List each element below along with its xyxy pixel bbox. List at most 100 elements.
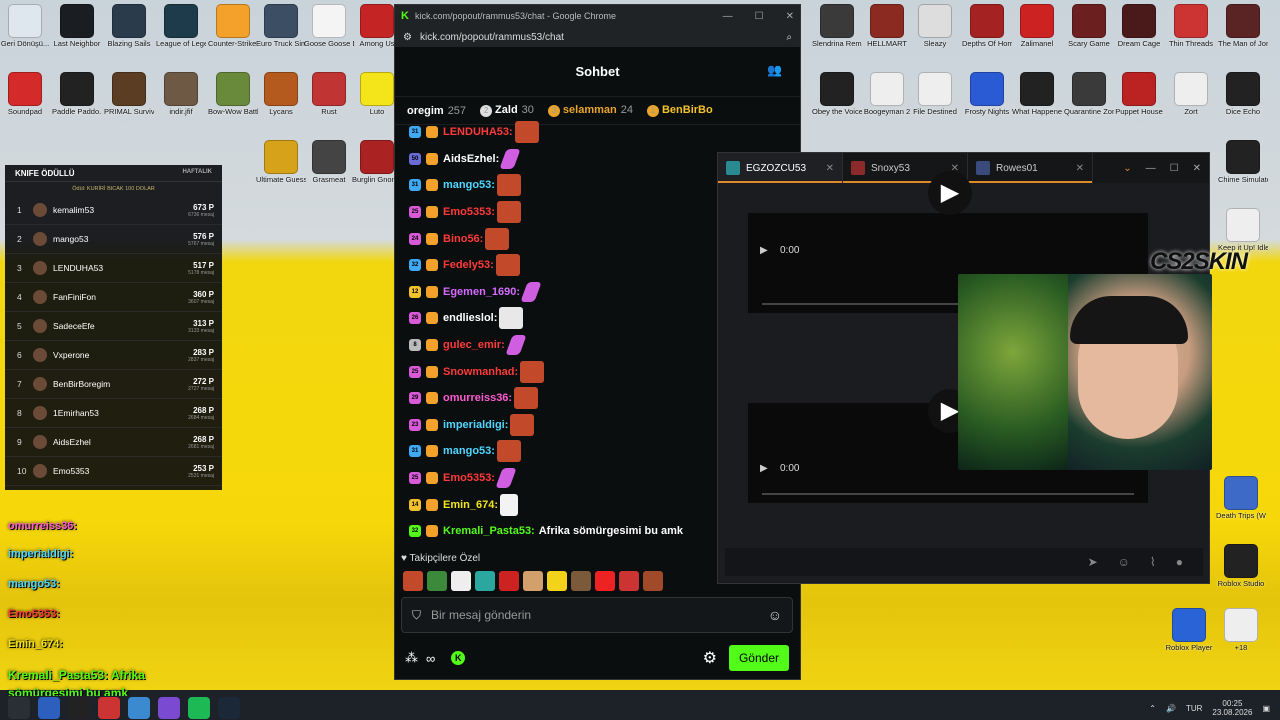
play-button[interactable]: ▶: [928, 171, 972, 215]
spotify-icon[interactable]: [188, 697, 210, 719]
app-icon[interactable]: [158, 697, 180, 719]
desktop-icon[interactable]: Zalimanel: [1012, 4, 1062, 62]
chat-username[interactable]: omurreiss36:: [443, 392, 512, 404]
emote-icon[interactable]: [571, 571, 591, 591]
desktop-icon[interactable]: Paddle Paddo...: [52, 72, 102, 130]
zoom-icon[interactable]: ⌕: [786, 32, 792, 43]
users-icon[interactable]: 👥: [767, 63, 782, 77]
desktop-icon[interactable]: Goose Goose Duck: [304, 4, 354, 62]
desktop-icon[interactable]: Depths Of Horror: [962, 4, 1012, 62]
minimize-icon[interactable]: —: [723, 11, 733, 22]
desktop-icon[interactable]: What Happened: [1012, 72, 1062, 130]
desktop-icon[interactable]: Scary Game: [1064, 4, 1114, 62]
desktop-icon[interactable]: PRIMAL Survivi...: [104, 72, 154, 130]
desktop-icon[interactable]: Grasmeat: [304, 140, 354, 198]
close-tab-icon[interactable]: ✕: [1076, 163, 1084, 174]
desktop-icon[interactable]: League of Legends: [156, 4, 206, 62]
maximize-icon[interactable]: ☐: [755, 11, 764, 22]
emoji-icon[interactable]: ☺: [1118, 555, 1130, 569]
kick-badge-icon[interactable]: K: [451, 651, 466, 665]
emote-icon[interactable]: [619, 571, 639, 591]
emote-icon[interactable]: [643, 571, 663, 591]
desktop-icon[interactable]: Blazing Sails: [104, 4, 154, 62]
chat-username[interactable]: Bino56:: [443, 233, 483, 245]
desktop-icon[interactable]: Rust: [304, 72, 354, 130]
desktop-icon[interactable]: +18: [1216, 608, 1266, 666]
chat-username[interactable]: endlieslol:: [443, 312, 497, 324]
desktop-icon[interactable]: Euro Truck Simulator 2: [256, 4, 306, 62]
notification-icon[interactable]: ▣: [1262, 704, 1270, 713]
emote-icon[interactable]: [595, 571, 615, 591]
chat-username[interactable]: Emin_674:: [443, 499, 498, 511]
chat-username[interactable]: imperialdigi:: [443, 419, 508, 431]
gear-icon[interactable]: ⚙: [703, 648, 717, 668]
send-button[interactable]: Gönder: [728, 645, 789, 671]
chat-username[interactable]: LENDUHA53:: [443, 126, 513, 138]
desktop-icon[interactable]: Ultimate Guess Game: [256, 140, 306, 198]
chat-input[interactable]: ⛉ Bir mesaj gönderin ☺: [401, 597, 793, 633]
chevron-up-icon[interactable]: ⌃: [1149, 704, 1156, 713]
desktop-icon[interactable]: Last Neighbor: [52, 4, 102, 62]
chat-username[interactable]: mango53:: [443, 445, 495, 457]
video-chat-input[interactable]: ➤ ☺ ⌇ ●: [725, 548, 1203, 576]
emote-icon[interactable]: [523, 571, 543, 591]
desktop-icon[interactable]: Dream Cage: [1114, 4, 1164, 62]
chat-message[interactable]: 31 LENDUHA53:: [409, 119, 789, 146]
tab-stream[interactable]: EGZOZCU53 ✕: [718, 153, 843, 183]
desktop-icon[interactable]: Roblox Studio: [1216, 544, 1266, 602]
video-progress[interactable]: [762, 493, 1134, 495]
desktop-icon[interactable]: Obey the Voice: [812, 72, 862, 130]
emote-icon[interactable]: [499, 571, 519, 591]
points-icon[interactable]: ⁂: [405, 650, 418, 666]
emote-icon[interactable]: [403, 571, 423, 591]
app-icon[interactable]: [68, 697, 90, 719]
chat-username[interactable]: Emo5353:: [443, 472, 495, 484]
desktop-icon[interactable]: File Destined: [910, 72, 960, 130]
chrome-icon[interactable]: [128, 697, 150, 719]
play-icon[interactable]: ▶: [760, 245, 768, 256]
chat-username[interactable]: Snowmanhad:: [443, 366, 518, 378]
minimize-icon[interactable]: —: [1146, 163, 1156, 174]
close-icon[interactable]: ✕: [786, 11, 794, 22]
chat-username[interactable]: AidsEzhel:: [443, 153, 499, 165]
desktop-icon[interactable]: Thin Threads: [1166, 4, 1216, 62]
chat-username[interactable]: Emo5353:: [443, 206, 495, 218]
desktop-icon[interactable]: Puppet House: [1114, 72, 1164, 130]
chat-username[interactable]: mango53:: [443, 179, 495, 191]
emote-icon[interactable]: [427, 571, 447, 591]
tab-stream[interactable]: Rowes01 ✕: [968, 153, 1093, 183]
emote-icon[interactable]: [451, 571, 471, 591]
desktop-icon[interactable]: Roblox Player: [1164, 608, 1214, 666]
play-icon[interactable]: ▶: [760, 463, 768, 474]
desktop-icon[interactable]: Geri Dönüşü...: [0, 4, 50, 62]
emote-icon[interactable]: [475, 571, 495, 591]
desktop-icon[interactable]: Counter-Strike 2: [208, 4, 258, 62]
emote-icon[interactable]: [547, 571, 567, 591]
language[interactable]: TUR: [1186, 704, 1202, 713]
desktop-icon[interactable]: Lycans: [256, 72, 306, 130]
desktop-icon[interactable]: Dice Echo: [1218, 72, 1268, 130]
desktop-icon[interactable]: Sleazy: [910, 4, 960, 62]
gifter-item[interactable]: 1 BenBirBo: [643, 104, 713, 117]
desktop-icon[interactable]: Boogeyman 2: [862, 72, 912, 130]
app-icon[interactable]: [98, 697, 120, 719]
infinity-icon[interactable]: ∞: [426, 651, 435, 666]
chat-username[interactable]: Egemen_1690:: [443, 286, 520, 298]
volume-icon[interactable]: 🔊: [1166, 704, 1176, 713]
gifter-item[interactable]: 3 selamman 24: [544, 104, 633, 117]
steam-icon[interactable]: [218, 697, 240, 719]
desktop-icon[interactable]: HELLMART: [862, 4, 912, 62]
close-tab-icon[interactable]: ✕: [826, 163, 834, 174]
close-icon[interactable]: ✕: [1193, 163, 1201, 174]
search-icon[interactable]: [8, 697, 30, 719]
send-arrow-icon[interactable]: ➤: [1088, 555, 1098, 569]
desktop-icon[interactable]: Soundpad: [0, 72, 50, 130]
desktop-icon[interactable]: Bow-Wow Battle: [208, 72, 258, 130]
emoji-icon[interactable]: ☺: [768, 607, 782, 623]
clock[interactable]: 00:25 23.08.2026: [1212, 699, 1252, 717]
chat-username[interactable]: gulec_emir:: [443, 339, 505, 351]
desktop-icon[interactable]: Chime Simulator: [1218, 140, 1268, 198]
gifter-item[interactable]: 2 Zald 30: [476, 104, 534, 117]
desktop-icon[interactable]: The Man of Jonah: [1218, 4, 1268, 62]
chat-username[interactable]: Kremali_Pasta53:: [443, 525, 535, 537]
